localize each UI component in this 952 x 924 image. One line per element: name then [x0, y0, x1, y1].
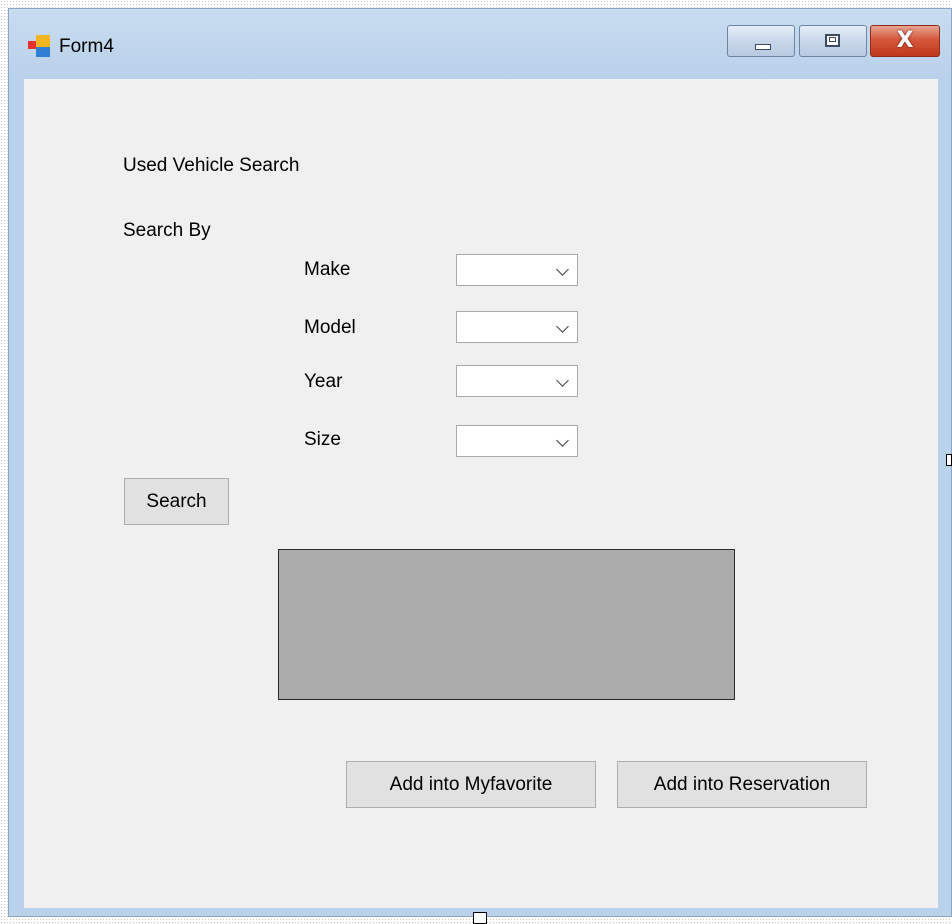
- minimize-button[interactable]: [727, 25, 795, 57]
- close-button[interactable]: X: [870, 25, 940, 57]
- app-icon: [28, 35, 50, 57]
- maximize-button[interactable]: [799, 25, 867, 57]
- resize-handle-right[interactable]: [946, 454, 952, 466]
- chevron-down-icon[interactable]: [556, 320, 569, 333]
- title-bar[interactable]: Form4 X: [9, 9, 951, 79]
- make-label: Make: [304, 259, 351, 280]
- make-combobox[interactable]: [456, 254, 578, 286]
- search-by-label: Search By: [123, 220, 211, 241]
- vehicle-picture-box: [278, 549, 735, 700]
- add-myfavorite-button[interactable]: Add into Myfavorite: [346, 761, 596, 808]
- form-client-area: Used Vehicle Search Search By Make Model…: [24, 79, 938, 908]
- chevron-down-icon[interactable]: [556, 374, 569, 387]
- model-label: Model: [304, 317, 356, 338]
- window-title: Form4: [59, 36, 114, 57]
- year-combobox[interactable]: [456, 365, 578, 397]
- add-reservation-button[interactable]: Add into Reservation: [617, 761, 867, 808]
- size-combobox[interactable]: [456, 425, 578, 457]
- size-label: Size: [304, 429, 341, 450]
- page-title: Used Vehicle Search: [123, 155, 300, 176]
- close-icon: X: [896, 28, 914, 53]
- chevron-down-icon[interactable]: [556, 434, 569, 447]
- search-button[interactable]: Search: [124, 478, 229, 525]
- minimize-icon: [755, 44, 771, 50]
- year-label: Year: [304, 371, 343, 392]
- model-combobox[interactable]: [456, 311, 578, 343]
- maximize-icon: [825, 34, 840, 47]
- resize-handle-bottom[interactable]: [473, 912, 487, 924]
- form-window: Form4 X Used Vehicle Search Search By Ma…: [8, 8, 952, 917]
- chevron-down-icon[interactable]: [556, 263, 569, 276]
